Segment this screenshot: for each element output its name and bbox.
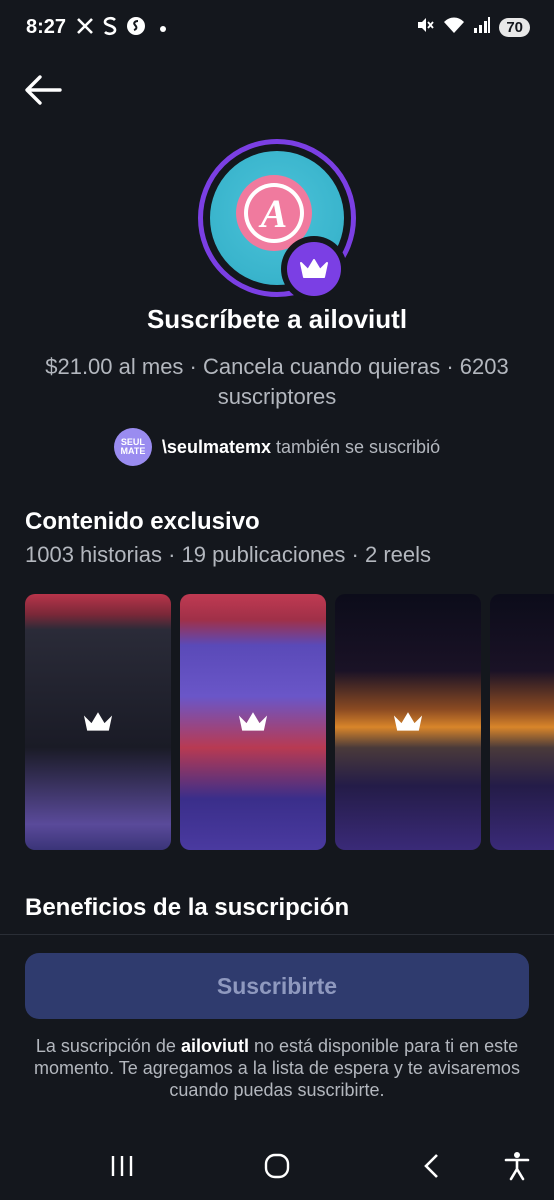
crown-icon xyxy=(393,712,423,731)
mutual-subscriber-avatar: SEUL MATE xyxy=(113,428,152,466)
accessibility-button[interactable] xyxy=(497,1150,537,1182)
system-back-button[interactable] xyxy=(412,1150,452,1182)
signal-icon xyxy=(473,16,491,39)
home-icon xyxy=(264,1153,290,1179)
home-button[interactable] xyxy=(257,1150,297,1182)
crown-icon xyxy=(238,712,268,731)
crown-icon xyxy=(300,259,328,278)
exclusive-content-counts: 1003 historias · 19 publicaciones · 2 re… xyxy=(25,542,432,567)
subscribe-button[interactable]: Suscribirte xyxy=(25,953,529,1019)
exclusive-content-carousel[interactable] xyxy=(25,594,554,850)
exclusive-content-title: Contenido exclusivo xyxy=(25,508,260,535)
more-notifications-dot xyxy=(160,26,166,32)
arrow-left-icon xyxy=(25,75,62,105)
waitlist-notice: La suscripción de ailoviutl no está disp… xyxy=(18,1035,536,1101)
s-icon xyxy=(102,16,118,42)
back-icon xyxy=(424,1154,438,1178)
recents-button[interactable] xyxy=(102,1150,142,1182)
screen: 8:27 70 A Suscríbete a ailoviutl $21.00 … xyxy=(0,0,554,1200)
status-system-icons: 70 xyxy=(415,15,530,40)
crown-icon xyxy=(83,712,113,731)
mutual-subscriber-text: también se suscribió xyxy=(276,436,441,457)
exclusive-thumbnail[interactable] xyxy=(25,594,171,850)
mute-icon xyxy=(415,15,435,40)
bottom-sheet-divider xyxy=(0,934,554,935)
status-time: 8:27 xyxy=(26,16,67,38)
subscriber-crown-badge xyxy=(281,236,347,302)
shazam-icon xyxy=(126,16,146,42)
waitlist-notice-username: ailoviutl xyxy=(180,1036,249,1056)
subscription-price-info: $21.00 al mes · Cancela cuando quieras ·… xyxy=(45,354,509,409)
mutual-subscriber-username: \seulmatemx xyxy=(161,436,271,457)
exclusive-thumbnail[interactable] xyxy=(335,594,481,850)
status-notification-icons xyxy=(76,16,166,42)
accessibility-icon xyxy=(504,1152,530,1181)
wifi-icon xyxy=(443,16,465,39)
battery-indicator: 70 xyxy=(499,18,530,37)
exclusive-thumbnail[interactable] xyxy=(490,594,554,850)
system-navigation-bar xyxy=(0,1128,554,1200)
waitlist-notice-text: La suscripción de xyxy=(35,1036,181,1056)
x-icon xyxy=(76,17,94,41)
svg-text:A: A xyxy=(258,191,288,236)
back-button[interactable] xyxy=(22,72,64,108)
recents-icon xyxy=(111,1156,133,1176)
status-bar: 8:27 70 xyxy=(0,0,554,58)
page-title: Suscríbete a ailoviutl xyxy=(146,304,408,334)
mutual-subscriber-row[interactable]: SEUL MATE \seulmatemx también se suscrib… xyxy=(0,428,554,466)
benefits-title: Beneficios de la suscripción xyxy=(25,894,350,921)
exclusive-thumbnail[interactable] xyxy=(180,594,326,850)
